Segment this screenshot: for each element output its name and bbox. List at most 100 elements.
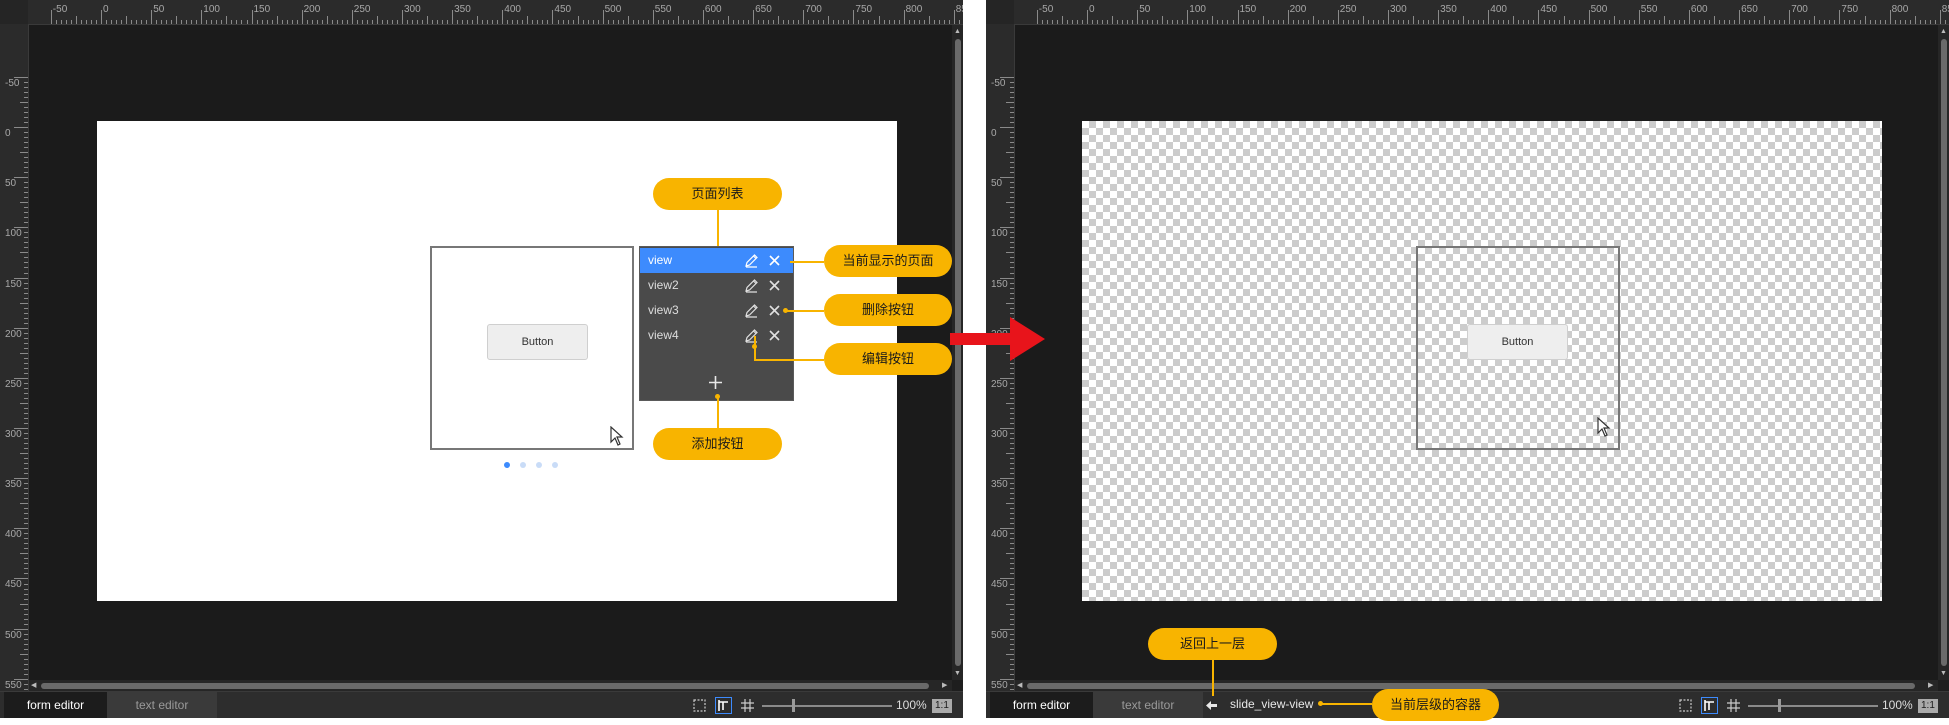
ruler-tick <box>1010 573 1014 575</box>
button-component[interactable]: Button <box>487 324 588 360</box>
ruler-label: 85 <box>1941 4 1949 15</box>
arrow-left-icon[interactable] <box>1204 698 1219 713</box>
zoom-slider-handle[interactable] <box>792 699 795 712</box>
scrollbar-thumb[interactable] <box>1941 39 1947 666</box>
ruler-tick <box>617 20 619 24</box>
page-indicator-dot[interactable] <box>504 462 510 468</box>
ruler-tick <box>432 20 434 24</box>
edit-icon[interactable] <box>744 278 759 293</box>
close-icon[interactable] <box>768 329 781 342</box>
ruler-tick <box>24 463 28 465</box>
horizontal-scrollbar[interactable]: ◀ ▶ <box>29 680 952 691</box>
scroll-right-icon[interactable]: ▶ <box>1928 682 1933 689</box>
ruler-tick <box>1010 463 1014 465</box>
scroll-up-icon[interactable]: ▲ <box>1940 28 1947 35</box>
close-icon[interactable] <box>768 254 781 267</box>
ruler-tick <box>211 20 213 24</box>
ruler-tick <box>1628 20 1630 24</box>
tab-form-editor[interactable]: form editor <box>4 692 107 718</box>
ruler-tick <box>1006 453 1014 454</box>
tab-form-editor[interactable]: form editor <box>990 692 1093 718</box>
ruler-tick <box>24 673 28 675</box>
ruler-tick <box>24 272 28 274</box>
scroll-down-icon[interactable]: ▼ <box>954 670 961 677</box>
callout-leader <box>1212 660 1214 696</box>
selection-box-icon[interactable] <box>692 698 707 713</box>
scrollbar-thumb[interactable] <box>41 683 929 689</box>
page-list-item[interactable]: view4 <box>640 323 793 348</box>
scroll-down-icon[interactable]: ▼ <box>1940 670 1947 677</box>
ruler-tick <box>1919 20 1921 24</box>
ruler-tick <box>20 152 28 154</box>
ruler-tick <box>24 443 28 444</box>
ruler-tick <box>748 20 750 24</box>
ruler-tick <box>1403 20 1404 24</box>
page-list-item[interactable]: view3 <box>640 298 793 323</box>
ruler-tick <box>1046 20 1048 24</box>
snap-guide-icon[interactable] <box>715 697 732 714</box>
close-icon[interactable] <box>768 304 781 317</box>
zoom-slider-handle[interactable] <box>1778 699 1781 712</box>
callout-leader-dot <box>783 308 788 313</box>
grid-icon[interactable] <box>1726 698 1741 713</box>
ruler-label: 500 <box>991 629 1008 641</box>
ruler-tick <box>1010 633 1014 635</box>
ruler-tick <box>1448 20 1450 24</box>
ruler-tick <box>472 20 474 24</box>
ruler-tick <box>1182 20 1184 24</box>
ruler-tick <box>351 10 353 24</box>
selection-box-icon[interactable] <box>1678 698 1693 713</box>
ruler-tick <box>1458 20 1460 24</box>
ruler-tick <box>1799 20 1801 24</box>
zoom-slider-track[interactable] <box>1748 705 1878 707</box>
ruler-tick <box>788 20 790 24</box>
ruler-tick <box>1844 20 1846 24</box>
page-indicator-dot[interactable] <box>552 462 558 468</box>
snap-guide-icon[interactable] <box>1701 697 1718 714</box>
ruler-tick <box>1734 20 1736 24</box>
ruler-tick <box>396 20 398 24</box>
plus-icon[interactable] <box>708 375 723 390</box>
ruler-tick <box>326 16 328 24</box>
tab-text-editor[interactable]: text editor <box>107 692 217 718</box>
vertical-scrollbar[interactable]: ▲ ▼ <box>1938 25 1949 680</box>
page-list-item[interactable]: view <box>640 248 793 273</box>
callout-leader <box>785 310 824 312</box>
ruler-tick <box>1177 20 1179 24</box>
ruler-tick <box>14 127 28 128</box>
button-component[interactable]: Button <box>1467 324 1568 360</box>
tab-text-editor[interactable]: text editor <box>1093 692 1203 718</box>
ruler-tick <box>1172 20 1174 24</box>
zoom-slider-track[interactable] <box>762 705 892 707</box>
ruler-tick <box>1087 10 1088 24</box>
breadcrumb[interactable]: slide_view-view <box>1230 691 1313 718</box>
ruler-tick <box>1859 20 1861 24</box>
ruler-tick <box>522 20 524 24</box>
grid-icon[interactable] <box>740 698 755 713</box>
ruler-tick <box>1010 508 1014 510</box>
page-list-item[interactable]: view2 <box>640 273 793 298</box>
ruler-label: -50 <box>52 4 68 15</box>
callout-leader <box>790 261 824 263</box>
actual-size-button[interactable]: 1:1 <box>1918 699 1938 713</box>
ruler-tick <box>20 453 28 454</box>
ruler-tick <box>1904 20 1906 24</box>
ruler-tick <box>24 347 28 349</box>
page-indicator-dot[interactable] <box>520 462 526 468</box>
scroll-right-icon[interactable]: ▶ <box>942 682 947 689</box>
edit-icon[interactable] <box>744 303 759 318</box>
scroll-left-icon[interactable]: ◀ <box>1017 682 1022 689</box>
actual-size-button[interactable]: 1:1 <box>932 699 952 713</box>
vertical-ruler: -50 0 50 100 150 200 250 300 350 400 450 500 550 <box>0 24 29 691</box>
ruler-tick <box>60 20 62 24</box>
scroll-up-icon[interactable]: ▲ <box>954 28 961 35</box>
ruler-tick <box>502 10 504 24</box>
ruler-tick <box>1010 237 1014 239</box>
edit-icon[interactable] <box>744 253 759 268</box>
ruler-tick <box>1693 20 1695 24</box>
ruler-tick <box>151 10 153 24</box>
page-indicator-dot[interactable] <box>536 462 542 468</box>
scroll-left-icon[interactable]: ◀ <box>31 682 36 689</box>
edit-icon[interactable] <box>744 328 759 343</box>
close-icon[interactable] <box>768 279 781 292</box>
